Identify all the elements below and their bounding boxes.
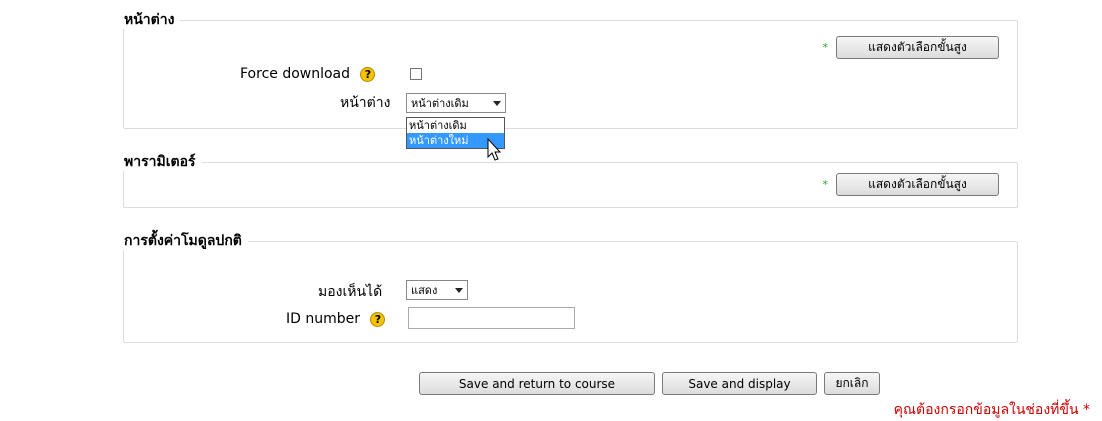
visible-select[interactable]: แสดง <box>406 280 468 300</box>
window-show-advanced-button[interactable]: แสดงตัวเลือกขั้นสูง <box>836 36 999 59</box>
window-legend: หน้าต่าง <box>120 11 181 29</box>
save-and-return-button[interactable]: Save and return to course <box>419 372 655 395</box>
visible-select-value: แสดง <box>411 284 438 297</box>
visible-label: มองเห็นได้ <box>318 284 383 300</box>
force-download-label-wrap: Force download ? <box>240 65 376 83</box>
parameters-show-advanced-button[interactable]: แสดงตัวเลือกขั้นสูง <box>836 173 999 196</box>
mouse-pointer-icon <box>487 138 502 161</box>
advanced-star-icon: * <box>822 41 829 54</box>
window-option-same[interactable]: หน้าต่างเดิม <box>407 118 504 133</box>
parameters-advanced-wrap: * แสดงตัวเลือกขั้นสูง <box>822 173 999 196</box>
id-number-help-icon[interactable]: ? <box>370 311 386 327</box>
required-fields-note: คุณต้องกรอกข้อมูลในช่องที่ขึ้น * <box>893 402 1090 418</box>
window-advanced-wrap: * แสดงตัวเลือกขั้นสูง <box>822 36 999 59</box>
id-number-label: ID number <box>286 311 360 327</box>
force-download-label: Force download <box>240 66 351 82</box>
chevron-down-icon <box>455 288 463 293</box>
chevron-down-icon <box>493 101 501 106</box>
window-select[interactable]: หน้าต่างเดิม <box>406 93 506 113</box>
parameters-legend: พารามิเตอร์ <box>120 153 202 171</box>
force-download-checkbox[interactable] <box>410 68 422 80</box>
window-label: หน้าต่าง <box>340 95 391 111</box>
save-and-display-button[interactable]: Save and display <box>662 372 817 395</box>
cancel-button[interactable]: ยกเลิก <box>824 372 880 395</box>
id-number-input[interactable] <box>408 307 575 329</box>
parameters-fieldset: พารามิเตอร์ * แสดงตัวเลือกขั้นสูง <box>120 153 1018 208</box>
id-number-label-wrap: ID number ? <box>286 310 386 328</box>
force-download-help-icon[interactable]: ? <box>360 66 376 82</box>
common-settings-legend: การตั้งค่าโมดูลปกติ <box>120 232 248 250</box>
advanced-star-icon: * <box>822 178 829 191</box>
window-select-value: หน้าต่างเดิม <box>411 97 469 110</box>
